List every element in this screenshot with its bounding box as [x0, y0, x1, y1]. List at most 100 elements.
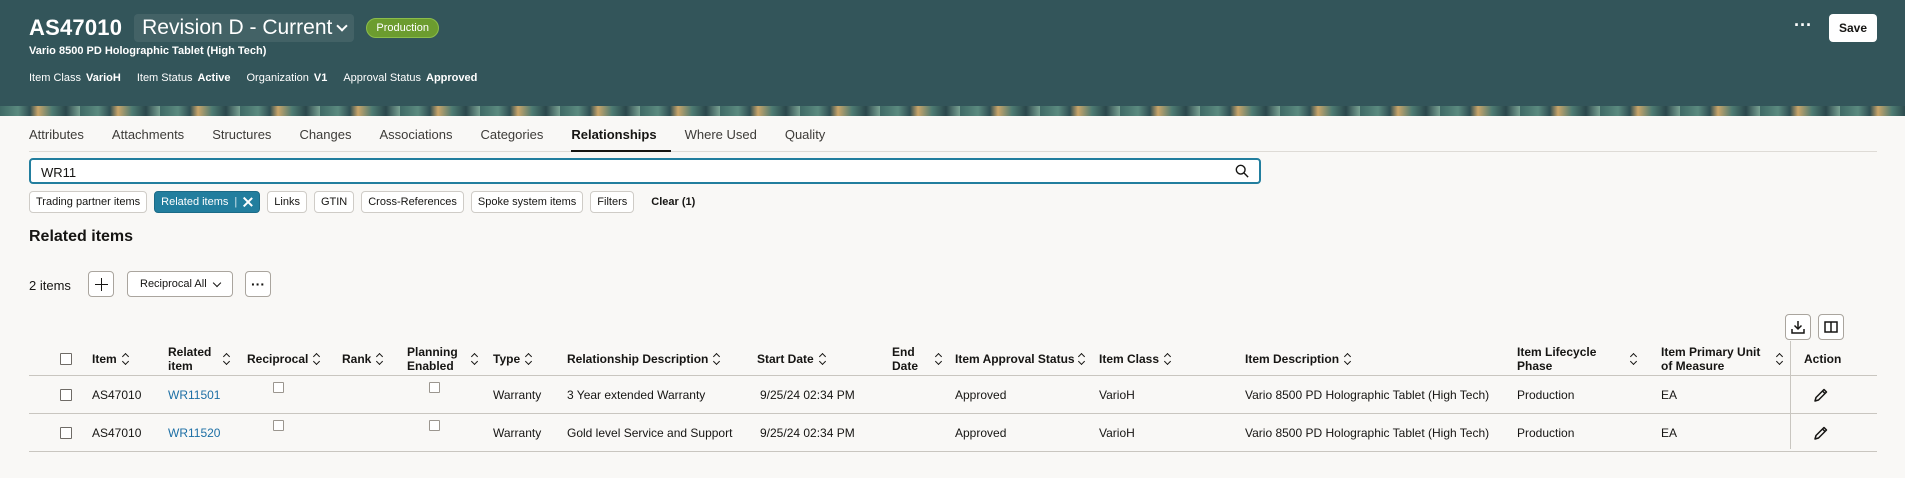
planning-enabled-checkbox	[429, 420, 440, 431]
reciprocal-select-value: Reciprocal All	[140, 278, 207, 290]
tab-associations[interactable]: Associations	[379, 118, 466, 152]
col-end-date[interactable]: End Date	[892, 341, 940, 376]
tab-bar: Attributes Attachments Structures Change…	[29, 118, 1877, 152]
download-button[interactable]	[1785, 314, 1811, 340]
select-all-checkbox[interactable]	[60, 352, 72, 365]
row-checkbox[interactable]	[60, 389, 72, 401]
col-item-class[interactable]: Item Class	[1099, 341, 1171, 376]
edit-pencil-icon[interactable]	[1813, 425, 1829, 441]
col-item-description[interactable]: Item Description	[1245, 341, 1351, 376]
cell-related-item-link[interactable]: WR11520	[168, 414, 220, 452]
col-item-primary-uom[interactable]: Item Primary Unit of Measure	[1661, 341, 1783, 376]
sort-icon	[714, 354, 720, 364]
col-related-item[interactable]: Related item	[168, 341, 228, 376]
cell-item-approval-status: Approved	[955, 388, 1007, 402]
sort-icon	[377, 354, 383, 364]
item-meta: Item Class VarioH Item Status Active Organ…	[29, 72, 477, 84]
chip-spoke-system-items[interactable]: Spoke system items	[470, 191, 584, 213]
search-icon[interactable]	[1235, 164, 1249, 178]
item-description: Vario 8500 PD Holographic Tablet (High T…	[29, 45, 267, 57]
revision-label: Revision D - Current	[142, 16, 333, 39]
search-input[interactable]	[41, 163, 1221, 181]
cell-item-primary-uom: EA	[1661, 388, 1678, 402]
chip-links[interactable]: Links	[267, 191, 307, 213]
add-button[interactable]	[88, 271, 114, 297]
chip-trading-partner-items[interactable]: Trading partner items	[29, 191, 148, 213]
select-all-cell	[60, 341, 72, 376]
cell-start-date: 9/25/24 02:34 PM	[760, 426, 855, 440]
clear-filters-link[interactable]: Clear (1)	[651, 196, 695, 208]
row-checkbox[interactable]	[60, 427, 72, 439]
sort-icon	[1165, 354, 1171, 364]
col-type[interactable]: Type	[493, 341, 532, 376]
col-planning-enabled[interactable]: Planning Enabled	[407, 341, 475, 376]
chip-related-items-label: Related items	[161, 196, 229, 208]
cell-relationship-description: 3 Year extended Warranty	[567, 388, 706, 402]
sort-icon	[820, 354, 826, 364]
table-row: AS47010 WR11520 Warranty Gold level Serv…	[29, 414, 1877, 452]
col-item-approval-status[interactable]: Item Approval Status	[955, 341, 1085, 376]
cell-item: AS47010	[92, 388, 142, 402]
table-row: AS47010 WR11501 Warranty 3 Year extended…	[29, 376, 1877, 414]
chip-filters[interactable]: Filters	[590, 191, 635, 213]
item-number: AS47010	[29, 15, 123, 40]
cell-item: AS47010	[92, 426, 142, 440]
col-item[interactable]: Item	[92, 341, 129, 376]
chip-cross-references[interactable]: Cross-References	[361, 191, 464, 213]
cell-related-item-link[interactable]: WR11501	[168, 376, 220, 414]
cell-item-approval-status: Approved	[955, 426, 1007, 440]
download-icon	[1791, 321, 1805, 334]
filter-chips: Trading partner items Related items | Li…	[29, 191, 695, 213]
tab-quality[interactable]: Quality	[785, 118, 839, 152]
col-relationship-description[interactable]: Relationship Description	[567, 341, 720, 376]
chip-gtin[interactable]: GTIN	[313, 191, 355, 213]
sort-icon	[1079, 354, 1085, 364]
tab-categories[interactable]: Categories	[480, 118, 557, 152]
col-rank[interactable]: Rank	[342, 341, 383, 376]
chip-divider: |	[234, 196, 238, 208]
cell-relationship-description: Gold level Service and Support	[567, 426, 733, 440]
search-box	[29, 158, 1261, 184]
reciprocal-checkbox	[273, 420, 284, 431]
title-row: AS47010 Revision D - Current Production	[29, 14, 439, 42]
sort-icon	[472, 354, 475, 364]
action-column-divider	[1790, 341, 1791, 449]
tab-changes[interactable]: Changes	[299, 118, 365, 152]
related-items-table: Item Related item Reciprocal Rank Planni…	[29, 341, 1877, 452]
tab-attributes[interactable]: Attributes	[29, 118, 98, 152]
cell-action	[1813, 376, 1829, 414]
chip-related-items[interactable]: Related items |	[154, 191, 261, 213]
cell-start-date: 9/25/24 02:34 PM	[760, 388, 855, 402]
edit-pencil-icon[interactable]	[1813, 387, 1829, 403]
cell-planning-enabled	[429, 414, 440, 452]
reciprocal-select[interactable]: Reciprocal All	[127, 271, 233, 297]
tab-attachments[interactable]: Attachments	[112, 118, 198, 152]
header-decorative-pattern	[0, 106, 1905, 116]
reciprocal-checkbox	[273, 382, 284, 393]
row-select-cell	[60, 414, 72, 452]
tab-where-used[interactable]: Where Used	[685, 118, 771, 152]
revision-selector[interactable]: Revision D - Current	[134, 14, 355, 42]
cell-item-class: VarioH	[1099, 426, 1135, 440]
row-select-cell	[60, 376, 72, 414]
columns-button[interactable]	[1818, 314, 1844, 340]
col-item-lifecycle-phase[interactable]: Item Lifecycle Phase	[1517, 341, 1637, 376]
cell-item-class: VarioH	[1099, 388, 1135, 402]
item-header: AS47010 Revision D - Current Production …	[0, 0, 1905, 116]
overflow-menu-button[interactable]: ···	[245, 271, 271, 297]
tab-relationships[interactable]: Relationships	[571, 118, 671, 152]
cell-item-description: Vario 8500 PD Holographic Tablet (High T…	[1245, 426, 1490, 440]
sort-icon	[1777, 354, 1783, 364]
save-button[interactable]: Save	[1829, 14, 1877, 42]
meta-approval-status: Approval Status Approved	[343, 72, 478, 84]
more-actions-icon[interactable]: ···	[1790, 16, 1816, 40]
chevron-down-icon	[212, 278, 222, 287]
cell-type: Warranty	[493, 426, 542, 440]
col-start-date[interactable]: Start Date	[757, 341, 826, 376]
col-reciprocal[interactable]: Reciprocal	[247, 341, 320, 376]
col-action: Action	[1804, 351, 1842, 366]
close-icon[interactable]	[243, 197, 253, 207]
tab-structures[interactable]: Structures	[212, 118, 285, 152]
sort-icon	[936, 354, 940, 364]
plus-icon	[94, 277, 108, 291]
